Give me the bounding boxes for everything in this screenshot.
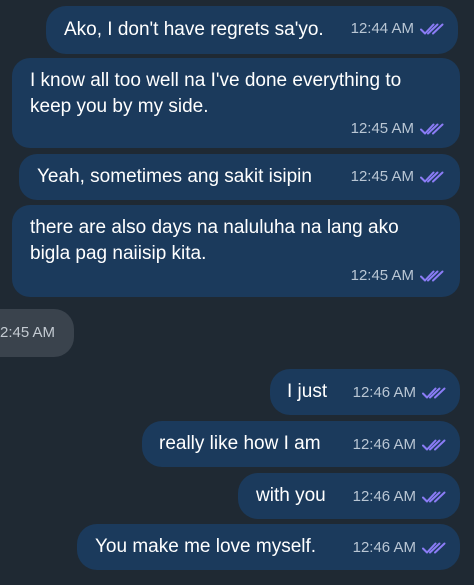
message-text-line: I know all too well na I've done everyth… (30, 70, 402, 91)
message-timestamp: 12:45 AM (350, 120, 414, 137)
message-timestamp: 12:44 AM (350, 20, 414, 37)
outgoing-message-bubble[interactable]: with you 12:46 AM (238, 473, 460, 519)
message-timestamp: 12:45 AM (350, 168, 414, 185)
message-text: You make me love myself. (95, 536, 317, 557)
incoming-message-bubble[interactable]: 2:45 AM (0, 309, 74, 357)
outgoing-message-bubble[interactable]: Ako, I don't have regrets sa'yo. 12:44 A… (46, 6, 458, 54)
message-timestamp: 12:46 AM (352, 539, 416, 556)
chat-message-list[interactable]: Ako, I don't have regrets sa'yo. 12:44 A… (0, 0, 474, 585)
message-text: I just (287, 381, 328, 402)
message-timestamp: 12:46 AM (352, 384, 416, 401)
message-text: Yeah, sometimes ang sakit isipin (37, 166, 312, 187)
double-check-read-icon (422, 490, 446, 504)
outgoing-message-bubble[interactable]: I know all too well na I've done everyth… (12, 58, 460, 148)
outgoing-message-bubble[interactable]: Yeah, sometimes ang sakit isipin 12:45 A… (19, 154, 460, 200)
double-check-read-icon (422, 541, 446, 555)
double-check-read-icon (422, 438, 446, 452)
message-timestamp: 2:45 AM (0, 324, 56, 341)
double-check-read-icon (420, 170, 444, 184)
outgoing-message-bubble[interactable]: You make me love myself. 12:46 AM (77, 524, 460, 570)
double-check-read-icon (420, 269, 444, 283)
message-text: Ako, I don't have regrets sa'yo. (64, 19, 324, 40)
message-text-line: bigla pag naiisip kita. (30, 243, 207, 264)
double-check-read-icon (422, 386, 446, 400)
outgoing-message-bubble[interactable]: I just 12:46 AM (270, 369, 460, 415)
message-timestamp: 12:46 AM (352, 488, 416, 505)
double-check-read-icon (420, 122, 444, 136)
message-text: with you (256, 485, 326, 506)
message-timestamp: 12:45 AM (350, 267, 414, 284)
message-text: really like how I am (159, 433, 321, 454)
double-check-read-icon (420, 22, 444, 36)
outgoing-message-bubble[interactable]: really like how I am 12:46 AM (142, 421, 460, 467)
outgoing-message-bubble[interactable]: there are also days na naluluha na lang … (12, 205, 460, 297)
message-timestamp: 12:46 AM (352, 436, 416, 453)
message-text-line: keep you by my side. (30, 96, 209, 117)
message-text-line: there are also days na naluluha na lang … (30, 217, 399, 238)
